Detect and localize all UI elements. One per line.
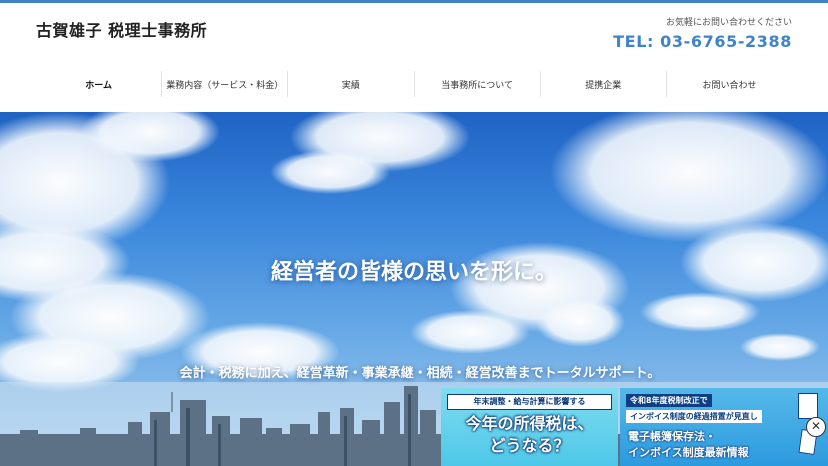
banner-subtag: インボイス制度の経過措置が見直し bbox=[626, 410, 762, 423]
banner-headline-line2: どうなる？ bbox=[489, 436, 570, 455]
nav-item-home[interactable]: ホーム bbox=[36, 71, 161, 97]
banner-headline: 電子帳簿保存法・ インボイス制度最新情報 bbox=[628, 429, 749, 461]
nav-item-about[interactable]: 当事務所について bbox=[413, 71, 540, 97]
banner-headline-line2: インボイス制度最新情報 bbox=[628, 446, 749, 459]
banner-headline: 今年の所得税は、 どうなる？ bbox=[441, 413, 618, 457]
close-icon[interactable]: ✕ bbox=[806, 417, 826, 437]
nav-item-services[interactable]: 業務内容（サービス・料金） bbox=[161, 71, 287, 97]
site-title[interactable]: 古賀雄子 税理士事務所 bbox=[36, 17, 207, 41]
banner-headline-line1: 電子帳簿保存法・ bbox=[628, 430, 716, 443]
hero-headline: 経営者の皆様の思いを形に。 bbox=[270, 260, 557, 285]
top-accent-bar bbox=[0, 0, 828, 3]
income-tax-banner[interactable]: 年末調整・給与計算に影響する 今年の所得税は、 どうなる？ bbox=[441, 388, 618, 466]
banner-tag: 令和8年度税制改正で bbox=[626, 394, 712, 407]
contact-note: お気軽にお問い合わせください bbox=[665, 18, 792, 28]
banner-headline-line1: 今年の所得税は、 bbox=[465, 414, 594, 433]
document-icon bbox=[798, 393, 818, 419]
nav-item-partners[interactable]: 提携企業 bbox=[539, 71, 666, 97]
nav-item-results[interactable]: 実績 bbox=[287, 71, 413, 97]
invoice-system-banner[interactable]: 令和8年度税制改正で インボイス制度の経過措置が見直し 電子帳簿保存法・ インボ… bbox=[620, 388, 828, 466]
hero-subline: 会計・税務に加え、経営革新・事業承継・相続・経営改善までトータルサポート。 bbox=[179, 366, 661, 381]
main-nav: ホーム 業務内容（サービス・料金） 実績 当事務所について 提携企業 お問い合わ… bbox=[36, 71, 792, 97]
banner-tag: 年末調整・給与計算に影響する bbox=[447, 394, 612, 410]
phone-number[interactable]: TEL: 03-6765-2388 bbox=[613, 32, 792, 51]
nav-item-contact[interactable]: お問い合わせ bbox=[665, 71, 792, 97]
